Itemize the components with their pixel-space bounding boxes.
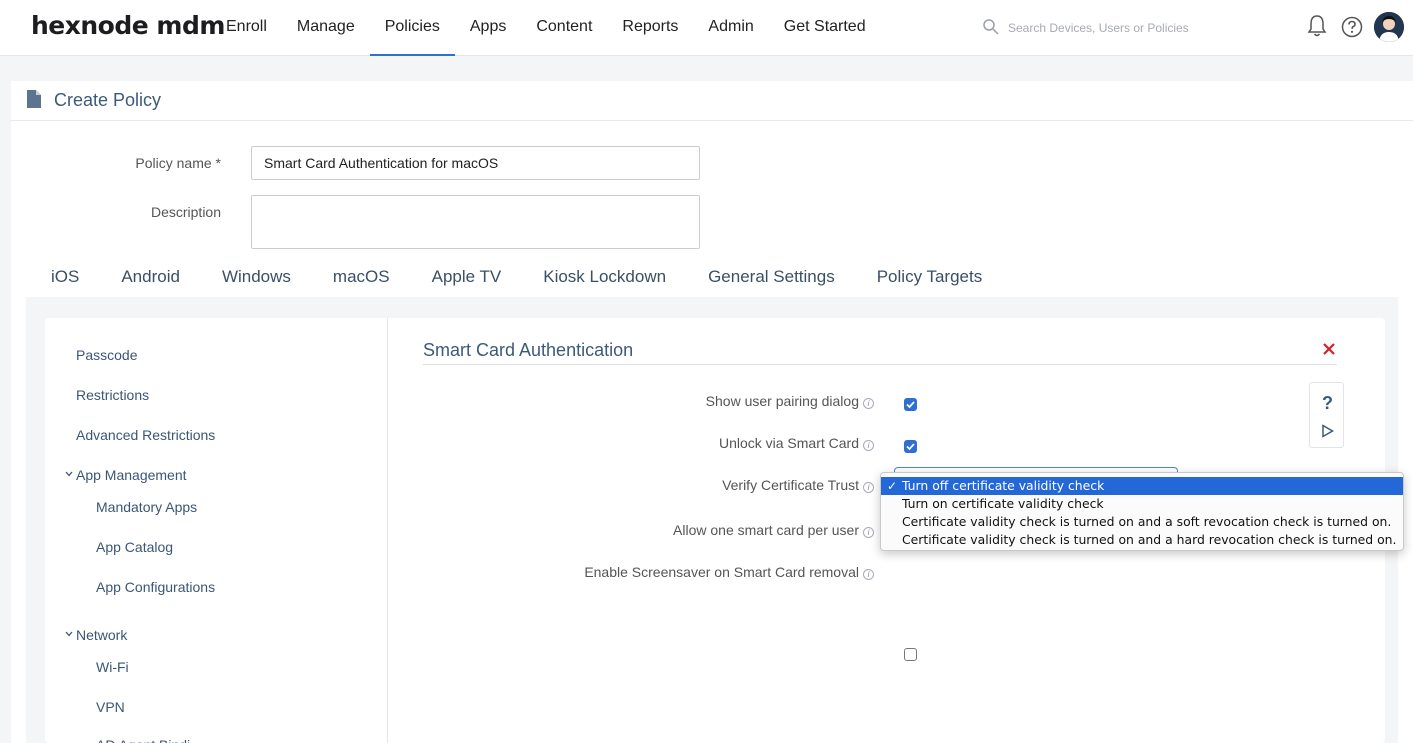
- option-label: Show user pairing dialog i: [434, 393, 874, 409]
- avatar-icon: [1374, 12, 1404, 42]
- dropdown-option[interactable]: ✓ Turn off certificate validity check: [881, 477, 1403, 495]
- dropdown-option[interactable]: Turn on certificate validity check: [881, 495, 1403, 513]
- unlock-via-smart-card-checkbox[interactable]: [904, 440, 917, 453]
- policy-sidebar: Passcode Restrictions Advanced Restricti…: [45, 318, 388, 743]
- play-icon[interactable]: [1321, 424, 1334, 438]
- nav-policies[interactable]: Policies: [369, 0, 456, 56]
- nav-admin[interactable]: Admin: [693, 0, 768, 56]
- chevron-down-icon: [65, 631, 73, 637]
- bell-icon[interactable]: [1306, 14, 1328, 38]
- sidebar-group-network[interactable]: Network: [65, 627, 127, 643]
- info-icon[interactable]: i: [863, 569, 874, 580]
- description-input[interactable]: [251, 195, 700, 249]
- help-icon[interactable]: [1341, 16, 1363, 38]
- sidebar-item-ad-agent-binding[interactable]: AD Agent Bindi...: [96, 737, 202, 743]
- global-search: [982, 16, 1282, 40]
- tab-policy-targets[interactable]: Policy Targets: [877, 267, 983, 297]
- nav-enroll[interactable]: Enroll: [211, 0, 282, 56]
- option-label: Unlock via Smart Card i: [434, 435, 874, 451]
- info-icon[interactable]: i: [863, 440, 874, 451]
- platform-tabs: iOS Android Windows macOS Apple TV Kiosk…: [51, 267, 1024, 300]
- tab-android[interactable]: Android: [121, 267, 180, 297]
- sidebar-item-mandatory-apps[interactable]: Mandatory Apps: [96, 499, 197, 515]
- sidebar-item-wifi[interactable]: Wi-Fi: [96, 659, 129, 675]
- sidebar-item-passcode[interactable]: Passcode: [76, 347, 137, 363]
- policy-name-input[interactable]: [251, 146, 700, 180]
- page-header: Create Policy: [11, 81, 1413, 121]
- info-icon[interactable]: i: [863, 527, 874, 538]
- section-title: Smart Card Authentication: [423, 340, 634, 360]
- search-icon: [983, 19, 999, 35]
- page-title: Create Policy: [54, 90, 162, 110]
- sidebar-item-app-catalog[interactable]: App Catalog: [96, 539, 173, 555]
- hexnode-logo[interactable]: hexnode mdm: [31, 11, 225, 40]
- checkmark-icon: ✓: [887, 479, 898, 493]
- nav-get-started[interactable]: Get Started: [769, 0, 881, 56]
- policy-name-label: Policy name *: [135, 155, 221, 171]
- user-avatar[interactable]: [1374, 12, 1404, 42]
- nav-manage[interactable]: Manage: [282, 0, 370, 56]
- side-help-panel: ?: [1309, 382, 1344, 448]
- sidebar-group-label: Network: [76, 627, 128, 643]
- nav-reports[interactable]: Reports: [607, 0, 693, 56]
- check-icon: [906, 401, 915, 409]
- sidebar-item-vpn[interactable]: VPN: [96, 699, 125, 715]
- sidebar-item-restrictions[interactable]: Restrictions: [76, 387, 149, 403]
- tab-macos[interactable]: macOS: [328, 267, 396, 300]
- enable-screensaver-checkbox[interactable]: [904, 648, 917, 661]
- close-icon[interactable]: [1322, 342, 1336, 356]
- nav-apps[interactable]: Apps: [455, 0, 521, 56]
- create-policy-card: Create Policy Policy name * Description …: [11, 81, 1413, 743]
- section-divider: [423, 364, 1337, 365]
- sidebar-group-label: App Management: [76, 467, 187, 483]
- description-label: Description: [150, 204, 221, 220]
- main-nav: Enroll Manage Policies Apps Content Repo…: [211, 0, 881, 56]
- sidebar-item-advanced-restrictions[interactable]: Advanced Restrictions: [76, 427, 215, 443]
- nav-content[interactable]: Content: [521, 0, 607, 56]
- dropdown-option[interactable]: Certificate validity check is turned on …: [881, 513, 1403, 531]
- chevron-down-icon: [65, 471, 73, 477]
- check-icon: [906, 443, 915, 451]
- tab-ios[interactable]: iOS: [51, 267, 79, 297]
- tab-general-settings[interactable]: General Settings: [708, 267, 835, 297]
- info-icon[interactable]: i: [863, 482, 874, 493]
- option-label: Verify Certificate Trust i: [434, 477, 874, 493]
- search-input[interactable]: [1008, 18, 1278, 38]
- show-user-pairing-checkbox[interactable]: [904, 398, 917, 411]
- top-navbar: hexnode mdm Enroll Manage Policies Apps …: [0, 0, 1413, 56]
- document-icon: [27, 90, 41, 108]
- sidebar-group-app-management[interactable]: App Management: [65, 467, 187, 483]
- sidebar-item-app-configurations[interactable]: App Configurations: [96, 579, 215, 595]
- option-label: Enable Screensaver on Smart Card removal…: [434, 564, 874, 580]
- option-label: Allow one smart card per user i: [434, 522, 874, 538]
- tab-windows[interactable]: Windows: [222, 267, 291, 297]
- question-icon[interactable]: ?: [1310, 393, 1345, 414]
- tab-kiosk-lockdown[interactable]: Kiosk Lockdown: [543, 267, 666, 297]
- info-icon[interactable]: i: [863, 398, 874, 409]
- dropdown-option[interactable]: Certificate validity check is turned on …: [881, 531, 1403, 549]
- certificate-trust-dropdown-menu: ✓ Turn off certificate validity check Tur…: [880, 472, 1404, 551]
- tab-apple-tv[interactable]: Apple TV: [432, 267, 502, 297]
